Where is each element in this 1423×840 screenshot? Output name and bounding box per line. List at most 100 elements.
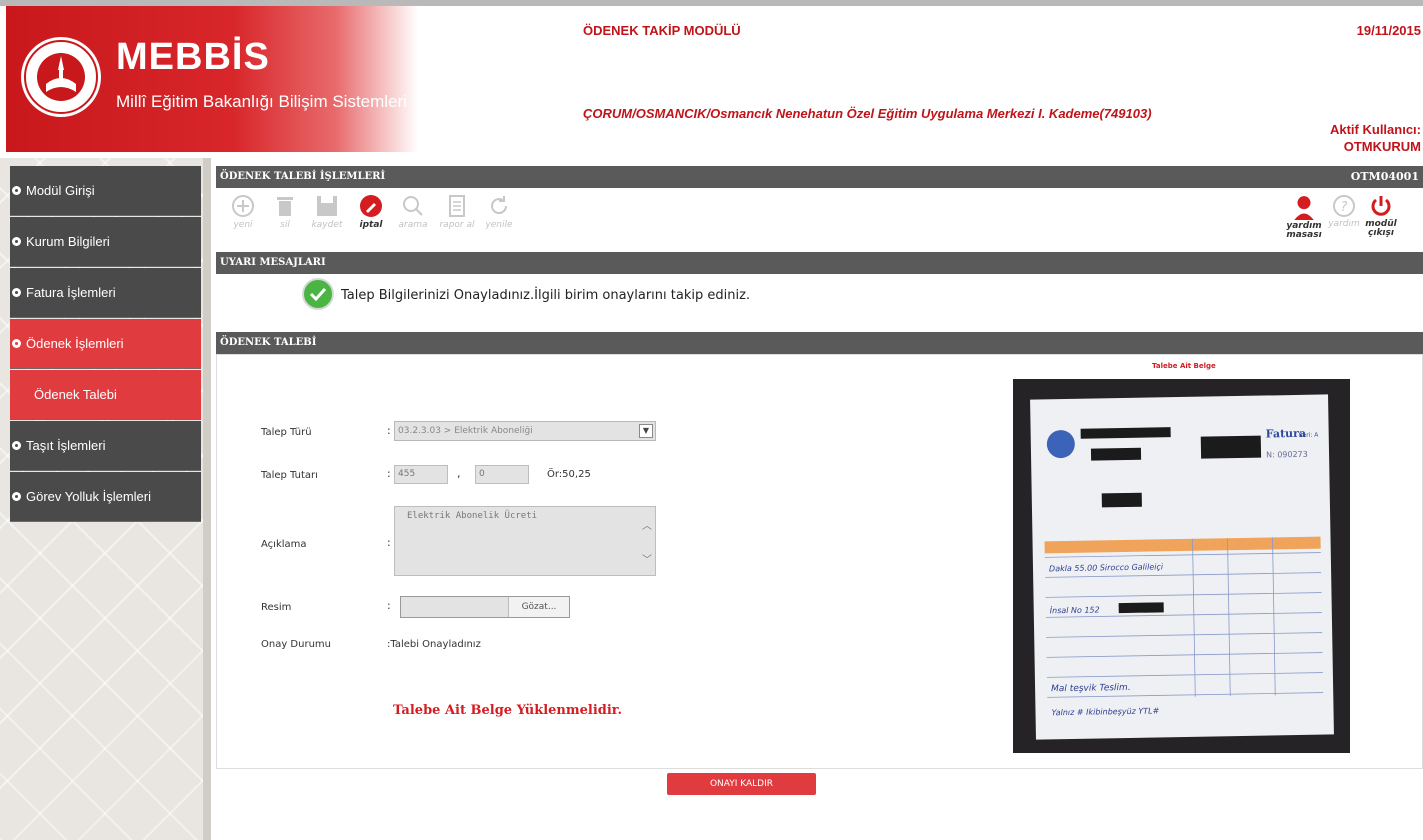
- aciklama-textarea[interactable]: Elektrik Abonelik Ücreti ︿ ﹀: [394, 506, 656, 576]
- save-label: kaydet: [311, 220, 343, 230]
- sidebar-subitem-odenek-talebi[interactable]: Ödenek Talebi: [10, 370, 201, 420]
- cancel-pencil-icon: [360, 195, 382, 217]
- help-button[interactable]: ? yardım: [1326, 194, 1362, 229]
- bullet-icon: [12, 492, 21, 501]
- refresh-icon: [491, 196, 508, 215]
- bullet-icon: [12, 441, 21, 450]
- talep-turu-select[interactable]: 03.2.3.03 > Elektrik Aboneliği ▼: [394, 421, 656, 441]
- colon: :: [387, 599, 391, 612]
- scroll-down-icon[interactable]: ﹀: [642, 551, 652, 566]
- sidebar-item-label: Taşıt İşlemleri: [26, 438, 106, 453]
- trash-icon: [277, 197, 293, 216]
- sidebar-item-kurum-bilgileri[interactable]: Kurum Bilgileri: [10, 217, 201, 267]
- report-label: rapor al: [439, 220, 475, 230]
- chevron-down-icon: ▼: [639, 424, 653, 438]
- help-desk-button[interactable]: yardım masası: [1286, 194, 1322, 240]
- brand-subtitle: Millî Eğitim Bakanlığı Bilişim Sistemler…: [116, 92, 407, 111]
- tutar-kurus-input[interactable]: 0: [475, 465, 529, 484]
- talep-tutari-label: Talep Tutarı: [261, 470, 318, 481]
- form-title-bar: ÖDENEK TALEBİ: [216, 332, 1423, 354]
- scroll-up-icon[interactable]: ︿: [642, 517, 652, 532]
- aciklama-label: Açıklama: [261, 539, 307, 550]
- plus-circle-icon: [232, 195, 254, 217]
- delete-label: sil: [280, 220, 290, 230]
- warnings-title-bar: UYARI MESAJLARI: [216, 252, 1423, 274]
- toolbar: yeni sil kaydet iptal arama rapor al yen…: [216, 188, 1423, 242]
- document-icon: [449, 195, 465, 217]
- module-exit-label-2: çıkışı: [1368, 228, 1394, 238]
- tutar-lira-input[interactable]: 455: [394, 465, 448, 484]
- sidebar-item-label: Modül Girişi: [26, 183, 95, 198]
- talep-turu-label: Talep Türü: [261, 427, 312, 438]
- active-user-label: Aktif Kullanıcı:: [1329, 122, 1421, 137]
- cancel-button[interactable]: iptal: [352, 194, 390, 230]
- bullet-icon: [12, 288, 21, 297]
- current-date: 19/11/2015: [1356, 23, 1421, 38]
- help-label: yardım: [1328, 219, 1360, 229]
- search-label: arama: [398, 220, 428, 230]
- receipt-serial: Seri: A: [1299, 432, 1320, 439]
- new-label: yeni: [233, 220, 253, 230]
- sidebar-item-tasit-islemleri[interactable]: Taşıt İşlemleri: [10, 421, 201, 471]
- bullet-icon: [12, 339, 21, 348]
- receipt-number: N: 090273: [1266, 450, 1308, 460]
- floppy-disk-icon: [317, 196, 337, 216]
- sidebar-divider: [203, 158, 211, 840]
- receipt-drawing: Fatura Seri: A N: 090273 Dakla 55.00 Sir…: [1044, 427, 1324, 717]
- sidebar-item-modul-girisi[interactable]: Modül Girişi: [10, 166, 201, 216]
- sidebar-item-label: Fatura İşlemleri: [26, 285, 116, 300]
- institution-name: ÇORUM/OSMANCIK/Osmancık Nenehatun Özel E…: [583, 106, 1152, 121]
- app-window: MEBBİS Millî Eğitim Bakanlığı Bilişim Si…: [0, 0, 1423, 840]
- refresh-label: yenile: [485, 220, 513, 230]
- sidebar-item-odenek-islemleri[interactable]: Ödenek İşlemleri: [10, 319, 201, 369]
- new-button[interactable]: yeni: [224, 194, 262, 230]
- receipt-row-2: İnsal No 152: [1050, 604, 1100, 615]
- browse-button[interactable]: Gözat...: [508, 597, 569, 617]
- warnings-panel: Talep Bilgilerinizi Onayladınız.İlgili b…: [216, 274, 1423, 330]
- brand-title: MEBBİS: [116, 36, 270, 78]
- sidebar-item-gorev-yolluk-islemleri[interactable]: Görev Yolluk İşlemleri: [10, 472, 201, 522]
- header: MEBBİS Millî Eğitim Bakanlığı Bilişim Si…: [0, 0, 1423, 158]
- help-desk-label-2: masası: [1286, 230, 1322, 240]
- refresh-button[interactable]: yenile: [480, 194, 518, 230]
- form-panel: Talep Türü : 03.2.3.03 > Elektrik Abonel…: [216, 354, 1423, 769]
- module-exit-button[interactable]: modül çıkışı: [1363, 194, 1399, 238]
- warnings-title: UYARI MESAJLARI: [220, 257, 326, 268]
- headset-operator-icon: [1294, 196, 1314, 220]
- colon: :: [387, 424, 391, 437]
- page-code: OTM04001: [1350, 170, 1419, 183]
- resim-file-input[interactable]: Gözat...: [400, 596, 570, 618]
- sidebar-item-label: Ödenek İşlemleri: [26, 336, 124, 351]
- question-icon: ?: [1333, 195, 1355, 217]
- sidebar-item-label: Kurum Bilgileri: [26, 234, 110, 249]
- form-title: ÖDENEK TALEBİ: [220, 337, 317, 348]
- main-content: ÖDENEK TALEBİ İŞLEMLERİ OTM04001 yeni si…: [216, 166, 1423, 840]
- aciklama-value: Elektrik Abonelik Ücreti: [407, 511, 538, 521]
- sidebar-item-label: Görev Yolluk İşlemleri: [26, 489, 151, 504]
- warning-message: Talep Bilgilerinizi Onayladınız.İlgili b…: [341, 288, 751, 303]
- svg-text:?: ?: [1341, 200, 1348, 215]
- talep-turu-value: 03.2.3.03 > Elektrik Aboneliği: [398, 426, 533, 436]
- delete-button[interactable]: sil: [266, 194, 304, 230]
- bullet-icon: [12, 237, 21, 246]
- page-title-bar: ÖDENEK TALEBİ İŞLEMLERİ OTM04001: [216, 166, 1423, 188]
- receipt-row-1: Dakla 55.00 Sirocco Galileiçi: [1049, 562, 1164, 573]
- receipt-image: Fatura Seri: A N: 090273 Dakla 55.00 Sir…: [1030, 394, 1334, 740]
- meb-logo-icon: [21, 37, 101, 117]
- cancel-label: iptal: [359, 220, 383, 230]
- active-user-name: OTMKURUM: [1343, 139, 1421, 154]
- bullet-icon: [12, 186, 21, 195]
- report-button[interactable]: rapor al: [438, 194, 476, 230]
- tutar-hint: Ör:50,25: [547, 469, 591, 480]
- decimal-separator: ,: [457, 467, 461, 480]
- onay-durumu-label: Onay Durumu: [261, 639, 331, 650]
- page-title: ÖDENEK TALEBİ İŞLEMLERİ: [220, 171, 386, 182]
- save-button[interactable]: kaydet: [308, 194, 346, 230]
- sidebar-menu: Modül Girişi Kurum Bilgileri Fatura İşle…: [10, 166, 201, 523]
- search-button[interactable]: arama: [394, 194, 432, 230]
- onay-durumu-value: :Talebi Onayladınız: [387, 639, 481, 650]
- colon: :: [387, 467, 391, 480]
- remove-approval-button[interactable]: ONAYI KALDIR: [667, 773, 816, 795]
- sidebar-item-fatura-islemleri[interactable]: Fatura İşlemleri: [10, 268, 201, 318]
- receipt-footer: Mal teşvik Teslim.: [1051, 683, 1131, 694]
